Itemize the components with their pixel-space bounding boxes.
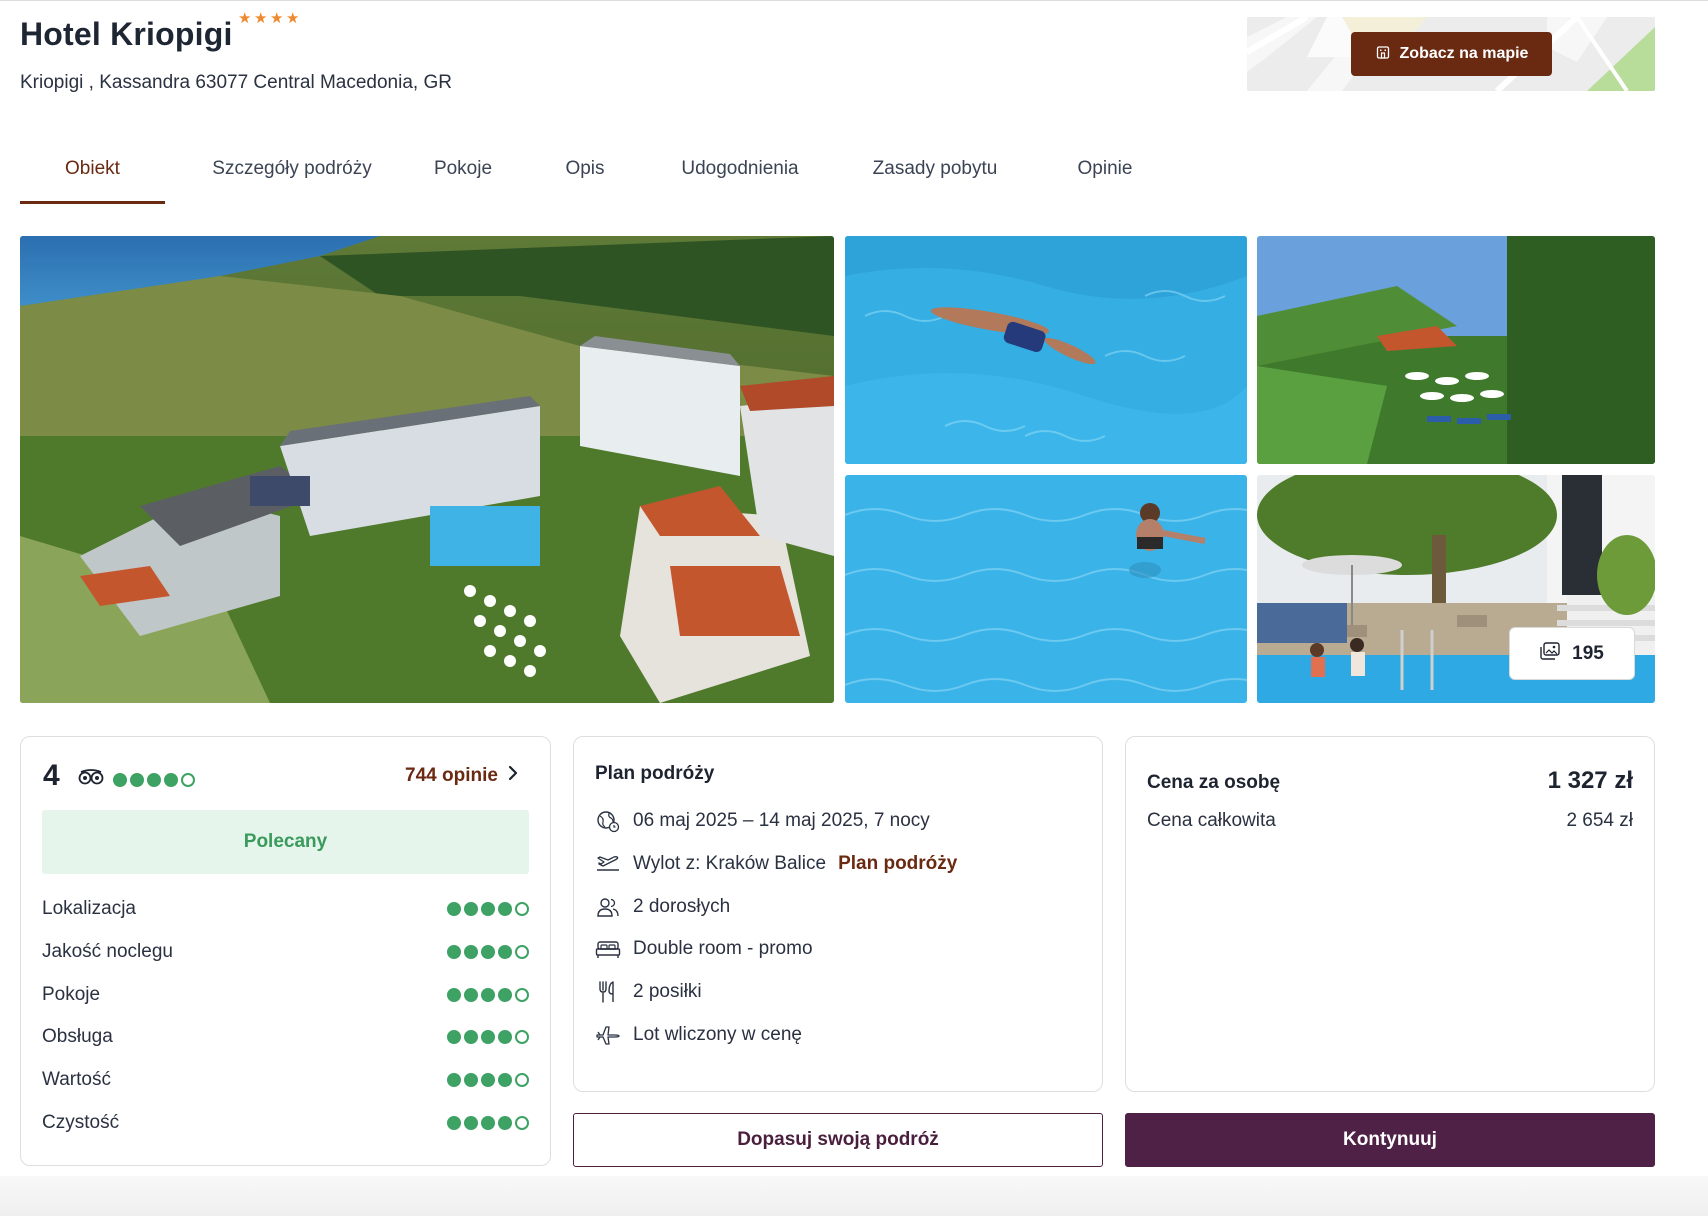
tab-szczegoly-podrozy[interactable]: Szczegóły podróży <box>207 150 377 204</box>
rating-category-row: Czystość <box>42 1112 529 1134</box>
category-dots <box>447 1073 529 1087</box>
tab-opis[interactable]: Opis <box>545 150 625 204</box>
plan-room-row: Double room - promo <box>595 936 813 962</box>
category-dots <box>447 902 529 916</box>
page-footer-fade <box>0 1176 1708 1216</box>
rating-dot-filled <box>147 772 161 787</box>
category-dots <box>447 1030 529 1044</box>
plan-room: Double room - promo <box>633 938 813 959</box>
price-card: Cena za osobę 1 327 zł Cena całkowita 2 … <box>1125 736 1655 1092</box>
star-icon: ★ <box>238 10 252 27</box>
chevron-right-icon <box>508 765 518 787</box>
hotel-aerial-photo[interactable] <box>20 236 834 703</box>
reviews-count: 744 opinie <box>405 765 498 786</box>
star-icon: ★ <box>286 10 300 27</box>
continue-button[interactable]: Kontynuuj <box>1125 1113 1655 1167</box>
calendar-globe-icon <box>595 808 621 834</box>
plan-dates-row: 06 maj 2025 – 14 maj 2025, 7 nocy <box>595 808 930 834</box>
category-dots <box>447 1116 529 1130</box>
plane-icon <box>595 1022 621 1048</box>
pool-swimmer-photo[interactable] <box>845 236 1247 464</box>
tab-zasady-pobytu[interactable]: Zasady pobytu <box>855 150 1015 204</box>
rating-category-row: Pokoje <box>42 984 529 1006</box>
pool-swimmer-2-photo[interactable] <box>845 475 1247 703</box>
category-label: Czystość <box>42 1112 120 1133</box>
rating-category-row: Obsługa <box>42 1026 529 1048</box>
rating-score: 4 <box>43 759 60 792</box>
rating-category-row: Jakość noclegu <box>42 941 529 963</box>
plan-travelers: 2 dorosłych <box>633 896 731 917</box>
star-icon: ★ <box>270 10 284 27</box>
top-border <box>0 0 1708 1</box>
plan-departure: Wylot z: Kraków Balice <box>633 853 827 874</box>
category-label: Jakość noclegu <box>42 941 173 962</box>
photo-count-button[interactable]: 195 <box>1509 627 1635 680</box>
category-label: Pokoje <box>42 984 101 1005</box>
tripadvisor-rating <box>78 769 195 790</box>
plan-details-link[interactable]: Plan podróży <box>838 853 957 875</box>
view-on-map-label: Zobacz na mapie <box>1399 45 1529 62</box>
travel-plan-card: Plan podróży 06 maj 2025 – 14 maj 2025, … <box>573 736 1103 1092</box>
view-on-map-button[interactable]: Zobacz na mapie <box>1351 32 1552 76</box>
plan-flight: Lot wliczony w cenę <box>633 1024 802 1045</box>
category-dots <box>447 945 529 959</box>
star-icon: ★ <box>254 10 268 27</box>
category-dots <box>447 988 529 1002</box>
tab-udogodnienia[interactable]: Udogodnienia <box>665 150 815 204</box>
rating-dot-filled <box>130 772 144 787</box>
rating-dot-filled <box>164 772 178 787</box>
rating-category-row: Lokalizacja <box>42 898 529 920</box>
users-icon <box>595 894 621 920</box>
reviews-link[interactable]: 744 opinie <box>405 765 518 787</box>
rating-category-row: Wartość <box>42 1069 529 1091</box>
category-label: Lokalizacja <box>42 898 136 919</box>
category-label: Obsługa <box>42 1026 113 1047</box>
rating-dot-filled <box>113 772 127 787</box>
tab-pokoje[interactable]: Pokoje <box>413 150 513 204</box>
section-tabs: Obiekt Szczegóły podróży Pokoje Opis Udo… <box>20 150 1155 204</box>
building-icon <box>1375 44 1391 65</box>
gallery-icon <box>1540 641 1560 666</box>
plane-takeoff-icon <box>595 851 621 877</box>
price-total-label: Cena całkowita <box>1147 810 1276 831</box>
price-per-person-value: 1 327 zł <box>1547 767 1633 794</box>
price-total-value: 2 654 zł <box>1566 810 1633 831</box>
rating-card: 4 744 opinie Polecany Lokalizacja Jakość… <box>20 736 551 1166</box>
plan-departure-row: Wylot z: Kraków Balice Plan podróży <box>595 851 957 877</box>
tab-opinie[interactable]: Opinie <box>1055 150 1155 204</box>
category-label: Wartość <box>42 1069 111 1090</box>
plan-dates: 06 maj 2025 – 14 maj 2025, 7 nocy <box>633 810 930 831</box>
hotel-title: Hotel Kriopigi <box>20 16 233 52</box>
garden-umbrellas-photo[interactable] <box>1257 236 1655 464</box>
customize-trip-button[interactable]: Dopasuj swoją podróż <box>573 1113 1103 1167</box>
cutlery-icon <box>595 979 621 1005</box>
plan-travelers-row: 2 dorosłych <box>595 894 730 920</box>
recommended-badge: Polecany <box>42 810 529 874</box>
plan-flight-row: Lot wliczony w cenę <box>595 1022 802 1048</box>
photo-count: 195 <box>1572 642 1604 664</box>
plan-title: Plan podróży <box>595 763 715 784</box>
hotel-address: Kriopigi , Kassandra 63077 Central Maced… <box>20 72 452 93</box>
tripadvisor-owl-icon <box>78 769 104 790</box>
price-per-person-label: Cena za osobę <box>1147 772 1281 793</box>
plan-meals-row: 2 posiłki <box>595 979 702 1005</box>
tab-obiekt[interactable]: Obiekt <box>20 150 165 204</box>
hotel-stars: ★ ★ ★ ★ <box>238 10 300 27</box>
bed-icon <box>595 936 621 962</box>
rating-dot-empty <box>181 772 195 787</box>
plan-meals: 2 posiłki <box>633 981 702 1002</box>
